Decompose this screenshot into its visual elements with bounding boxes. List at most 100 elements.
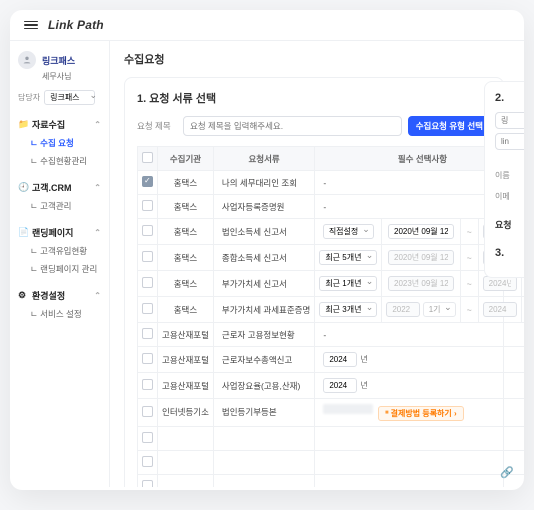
date-input[interactable] [388,276,454,291]
opts-cell: 최근 5개년 [315,245,382,271]
nav-item-2-0[interactable]: ㄴ 고객유입현황 [18,242,101,260]
check-cell [138,271,158,297]
org-cell: 홈택스 [158,271,214,297]
col-doc: 요청서류 [213,147,314,171]
row-checkbox[interactable] [142,251,153,262]
org-cell: 홈택스 [158,171,214,195]
date-input[interactable] [483,276,517,291]
col-org: 수집기관 [158,147,214,171]
opts-cell: ~ [460,271,478,297]
opts-cell [382,271,460,297]
nav-group-3[interactable]: ⚙ 환경설정 ⌃ [18,286,101,305]
table-row: 고용산재포털 근로자보수총액신고 년 [138,347,525,373]
clock-icon: 🕘 [18,182,28,193]
row-checkbox[interactable] [142,353,153,364]
doc-cell: 근로자보수총액신고 [213,347,314,373]
card2-label-email: 이메 [495,191,524,202]
nav-group-label: 자료수집 [32,118,65,131]
date-input[interactable] [323,352,357,367]
gear-icon: ⚙ [18,290,28,301]
row-checkbox[interactable] [142,176,153,187]
request-title-label: 요청 제목 [137,120,177,132]
card2-section-req: 요청 [495,218,524,231]
link-icon[interactable]: 🔗 [500,466,514,479]
table-row: 홈택스 나의 세무대리인 조회 - [138,171,525,195]
date-input[interactable] [483,302,517,317]
check-cell [138,245,158,271]
check-all[interactable] [142,152,153,163]
period-select[interactable]: 최근 3개년 [319,302,377,317]
date-input[interactable] [323,378,357,393]
chevron-up-icon: ⌃ [94,291,101,300]
row-checkbox[interactable] [142,406,153,417]
opts-cell: 년 [315,347,524,373]
nav-group-0[interactable]: 📁자료수집⌃ [18,115,101,134]
date-input[interactable] [386,302,420,317]
period-select[interactable]: 직접설정 [323,224,374,239]
nav-item-3-0[interactable]: ㄴ 서비스 설정 [18,305,101,323]
doc-cell: 부가가치세 과세표준증명 [213,297,314,323]
nav-item-0-0[interactable]: ㄴ 수집 요청 [18,134,101,152]
row-checkbox[interactable] [142,303,153,314]
nav-group-2[interactable]: 📄랜딩페이지⌃ [18,223,101,242]
period-select[interactable]: 최근 1개년 [319,276,377,291]
register-payment-button[interactable]: 결제방법 등록하기 › [378,406,464,421]
date-input[interactable] [388,224,454,239]
doc-icon: 📄 [18,227,28,238]
nav-item-1-0[interactable]: ㄴ 고객관리 [18,197,101,215]
table-row: 홈택스 종합소득세 신고서 최근 5개년 ~ [138,245,525,271]
row-checkbox[interactable] [142,277,153,288]
doc-cell: 나의 세무대리인 조회 [213,171,314,195]
user-name: 링크패스 [42,54,75,67]
nav-item-2-1[interactable]: ㄴ 랜딩페이지 관리 [18,260,101,278]
org-cell: 홈택스 [158,245,214,271]
nav-group-label: 환경설정 [32,289,65,302]
row-checkbox[interactable] [142,456,153,467]
row-checkbox[interactable] [142,379,153,390]
main: 수집요청 1. 요청 서류 선택 요청 제목 수집요청 유형 선택 수집기관 요… [110,41,524,487]
nav-group-1[interactable]: 🕘고객.CRM⌃ [18,178,101,197]
request-type-button[interactable]: 수집요청 유형 선택 [408,116,491,136]
opts-cell: ~ [460,297,478,323]
check-cell [138,373,158,399]
opts-cell [382,245,460,271]
menu-icon[interactable] [24,18,38,32]
card3-title: 3. [495,247,524,259]
avatar [18,51,36,69]
row-checkbox[interactable] [142,200,153,211]
sidebar: 링크패스 세무사님 담당자 링크패스 📁자료수집⌃ㄴ 수집 요청ㄴ 수집현황관리… [10,41,110,487]
row-checkbox[interactable] [142,328,153,339]
date-input[interactable] [388,250,454,265]
chevron-up-icon: ⌃ [94,120,101,129]
opts-cell: 최근 3개년 [315,297,382,323]
role-select[interactable]: 링크패스 [44,90,95,105]
row-checkbox[interactable] [142,225,153,236]
opts-cell: ~ [460,245,478,271]
period-select[interactable]: 1기 [423,302,456,317]
period-select[interactable]: 최근 5개년 [319,250,377,265]
table-row: 인터넷등기소 법인등기부등본 결제방법 등록하기 › [138,399,525,427]
doc-cell: 사업장요율(고용,산재) [213,373,314,399]
table-row [138,474,525,487]
check-cell [138,171,158,195]
col-check [138,147,158,171]
user-subtitle: 세무사님 [42,71,101,82]
check-cell [138,347,158,373]
table-row: 홈택스 법인소득세 신고서 직접설정 ~ [138,219,525,245]
request-title-input[interactable] [183,116,402,136]
row-checkbox[interactable] [142,432,153,443]
opts-cell: 최근 1개년 [315,271,382,297]
check-cell [138,219,158,245]
card2-input-2[interactable] [495,133,524,150]
docs-table: 수집기관 요청서류 필수 선택사항 홈택스 나의 세무대리인 조회 - 홈택스 … [137,146,524,487]
card-title: 1. 요청 서류 선택 [137,90,491,106]
card2-input-1[interactable] [495,112,524,129]
nav-item-0-1[interactable]: ㄴ 수집현황관리 [18,152,101,170]
table-row: 홈택스 부가가치세 신고서 최근 1개년 ~ [138,271,525,297]
table-row: 고용산재포털 사업장요율(고용,산재) 년 [138,373,525,399]
table-row: 홈택스 부가가치세 과세표준증명 최근 3개년 1기 ~ [138,297,525,323]
nav-group-label: 고객.CRM [32,181,72,194]
row-checkbox[interactable] [142,480,153,488]
check-cell [138,323,158,347]
brand-title: Link Path [48,18,104,32]
